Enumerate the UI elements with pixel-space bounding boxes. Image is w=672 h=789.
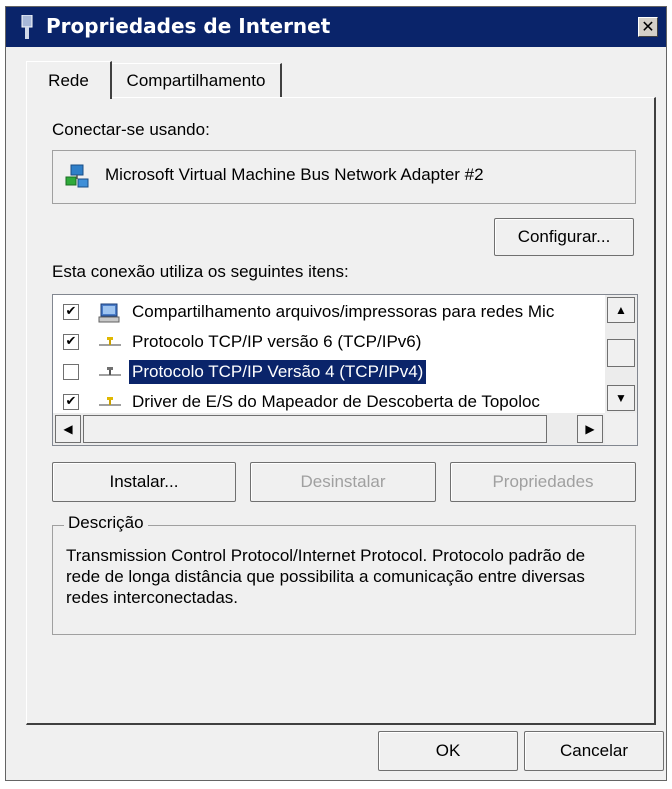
configure-button-label: Configurar... [517,227,611,246]
file-printer-sharing-icon [98,303,120,323]
close-icon: ✕ [641,17,655,36]
item-checkbox[interactable]: ✔ [63,304,79,320]
cancel-button[interactable]: Cancelar [524,731,664,771]
list-item-tcpip-v4[interactable]: Protocolo TCP/IP Versão 4 (TCP/IPv4) [53,357,603,387]
item-checkbox[interactable]: ✔ [63,334,79,350]
horizontal-scrollbar[interactable]: ◀ ▶ [53,413,605,445]
scroll-right-button[interactable]: ▶ [577,415,603,443]
item-label: Protocolo TCP/IP versão 6 (TCP/IPv6) [132,332,422,351]
components-list[interactable]: ✔ Compartilhamento arquivos/impressoras … [52,294,638,446]
ok-button-label: OK [435,741,461,760]
install-button[interactable]: Instalar... [52,462,236,502]
tab-compartilhamento[interactable]: Compartilhamento [112,63,282,97]
close-button[interactable]: ✕ [638,17,658,37]
uninstall-button[interactable]: Desinstalar [250,462,436,502]
uninstall-button-label: Desinstalar [300,472,386,491]
ok-button[interactable]: OK [378,731,518,771]
item-label: Driver de E/S do Mapeador de Descoberta … [132,392,540,411]
triangle-right-icon: ▶ [585,422,595,436]
list-item-file-printer-sharing[interactable]: ✔ Compartilhamento arquivos/impressoras … [53,297,603,327]
item-label: Protocolo TCP/IP Versão 4 (TCP/IPv4) [129,360,427,384]
scroll-thumb[interactable] [607,339,635,367]
tab-rede[interactable]: Rede [26,61,112,99]
triangle-left-icon: ◀ [63,422,73,436]
tab-rede-label: Rede [48,70,89,90]
triangle-down-icon: ▼ [615,391,627,405]
properties-button[interactable]: Propriedades [450,462,636,502]
triangle-up-icon: ▲ [615,303,627,317]
adapter-display: Microsoft Virtual Machine Bus Network Ad… [52,150,636,204]
list-item-tcpip-v6[interactable]: ✔ Protocolo TCP/IP versão 6 (TCP/IPv6) [53,327,603,357]
scroll-left-button[interactable]: ◀ [55,415,81,443]
item-checkbox[interactable]: ✔ [63,394,79,410]
scrollbar-corner [605,413,637,445]
tab-compartilhamento-label: Compartilhamento [126,70,266,90]
items-label: Esta conexão utiliza os seguintes itens: [52,262,349,281]
connect-using-label: Conectar-se usando: [52,120,210,139]
title-bar[interactable]: Propriedades de Internet ✕ [6,7,666,47]
network-adapter-icon [65,164,89,188]
scroll-up-button[interactable]: ▲ [607,297,635,323]
vertical-scrollbar[interactable]: ▲ ▼ [605,295,637,413]
protocol-icon [99,397,121,406]
scroll-down-button[interactable]: ▼ [607,385,635,411]
network-cable-icon [21,15,33,39]
item-label: Compartilhamento arquivos/impressoras pa… [132,302,555,321]
adapter-name: Microsoft Virtual Machine Bus Network Ad… [105,165,484,184]
properties-button-label: Propriedades [492,472,594,491]
install-button-label: Instalar... [109,472,179,491]
protocol-icon [99,367,121,376]
horizontal-scroll-thumb[interactable] [83,415,547,443]
description-text: Transmission Control Protocol/Internet P… [66,546,586,607]
configure-button[interactable]: Configurar... [494,218,634,256]
item-checkbox[interactable] [63,364,79,380]
description-legend: Descrição [64,513,148,533]
window-title: Propriedades de Internet [46,14,331,38]
cancel-button-label: Cancelar [559,741,629,760]
protocol-icon [99,337,121,346]
